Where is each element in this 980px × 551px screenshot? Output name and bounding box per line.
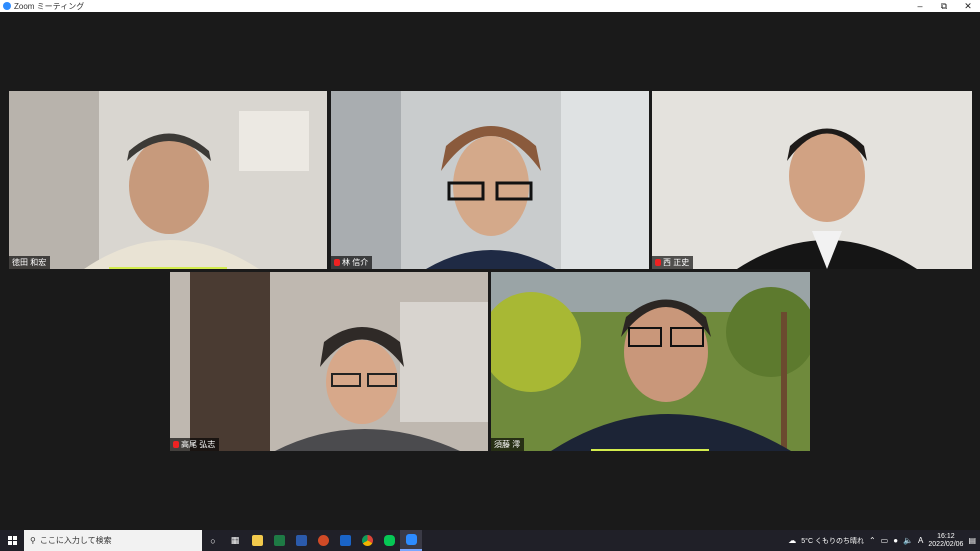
start-button[interactable] bbox=[0, 530, 24, 551]
participant-video bbox=[170, 272, 488, 451]
word-icon[interactable] bbox=[290, 530, 312, 551]
chrome-icon[interactable] bbox=[356, 530, 378, 551]
participant-name-tag: 西 正史 bbox=[652, 256, 694, 269]
system-tray: ☁ 5°C くもりのち晴れ ⌃ ▭ ● 🔈 A 16:12 2022/02/06… bbox=[788, 533, 980, 549]
windows-logo-icon bbox=[7, 536, 17, 545]
speaker-icon[interactable]: 🔈 bbox=[903, 536, 913, 545]
window-title: Zoom ミーティング bbox=[14, 1, 85, 11]
clock-time: 16:12 bbox=[937, 532, 955, 540]
participant-name-tag: 高尾 弘志 bbox=[170, 438, 220, 451]
participant-video-tile[interactable]: 徳田 和宏 bbox=[9, 91, 327, 269]
title-bar: Zoom ミーティング – ⧉ ✕ bbox=[0, 0, 980, 12]
participant-name: 林 信介 bbox=[342, 258, 369, 267]
cortana-icon[interactable]: ○ bbox=[202, 530, 224, 551]
zoom-taskbar-icon[interactable] bbox=[400, 530, 422, 551]
participant-name: 須藤 澪 bbox=[494, 440, 521, 449]
participant-name-tag: 須藤 澪 bbox=[491, 438, 525, 451]
excel-icon[interactable] bbox=[268, 530, 290, 551]
line-icon[interactable] bbox=[378, 530, 400, 551]
maximize-button[interactable]: ⧉ bbox=[932, 0, 956, 12]
participant-video-tile[interactable]: 林 信介 bbox=[331, 91, 649, 269]
participant-video bbox=[331, 91, 649, 269]
search-icon: ⚲ bbox=[30, 536, 36, 545]
file-explorer-icon[interactable] bbox=[246, 530, 268, 551]
close-button[interactable]: ✕ bbox=[956, 0, 980, 12]
mic-muted-icon bbox=[655, 259, 661, 266]
chevron-up-icon[interactable]: ⌃ bbox=[869, 536, 876, 545]
windows-taskbar: ⚲ ここに入力して検索 ○ ▦ ☁ 5°C くもりのち晴れ ⌃ ▭ ● 🔈 A … bbox=[0, 530, 980, 551]
participant-video-tile-active[interactable]: 西 正史 bbox=[652, 91, 972, 269]
task-view-icon[interactable]: ▦ bbox=[224, 530, 246, 551]
ime-indicator[interactable]: A bbox=[918, 536, 923, 545]
clock[interactable]: 16:12 2022/02/06 bbox=[928, 533, 963, 549]
notification-icon[interactable]: ▤ bbox=[968, 536, 976, 545]
search-placeholder: ここに入力して検索 bbox=[39, 536, 112, 545]
participant-name-tag: 徳田 和宏 bbox=[9, 256, 51, 269]
taskbar-search-box[interactable]: ⚲ ここに入力して検索 bbox=[24, 530, 202, 551]
speaking-indicator bbox=[109, 267, 227, 269]
zoom-app-icon bbox=[3, 2, 11, 10]
participant-name: 高尾 弘志 bbox=[181, 440, 216, 449]
speaking-indicator bbox=[591, 449, 709, 451]
clock-date: 2022/02/06 bbox=[928, 540, 964, 548]
powerpoint-icon[interactable] bbox=[312, 530, 334, 551]
participant-video-tile[interactable]: 須藤 澪 bbox=[491, 272, 810, 451]
mic-muted-icon bbox=[173, 441, 179, 448]
participant-video bbox=[9, 91, 327, 269]
participant-video bbox=[491, 272, 810, 451]
microphone-icon[interactable]: ● bbox=[893, 536, 898, 545]
minimize-button[interactable]: – bbox=[908, 0, 932, 12]
participant-name-tag: 林 信介 bbox=[331, 256, 373, 269]
participant-name: 西 正史 bbox=[663, 258, 690, 267]
network-icon[interactable]: ▭ bbox=[881, 536, 889, 545]
video-gallery: 徳田 和宏 林 信介 西 正史 高尾 弘志 須藤 澪 bbox=[0, 12, 980, 530]
participant-name: 徳田 和宏 bbox=[12, 258, 47, 267]
weather-text[interactable]: 5°C くもりのち晴れ bbox=[801, 536, 864, 546]
outlook-icon[interactable] bbox=[334, 530, 356, 551]
participant-video bbox=[652, 91, 972, 269]
participant-video-tile[interactable]: 高尾 弘志 bbox=[170, 272, 488, 451]
mic-muted-icon bbox=[334, 259, 340, 266]
cloud-icon: ☁ bbox=[788, 536, 797, 545]
